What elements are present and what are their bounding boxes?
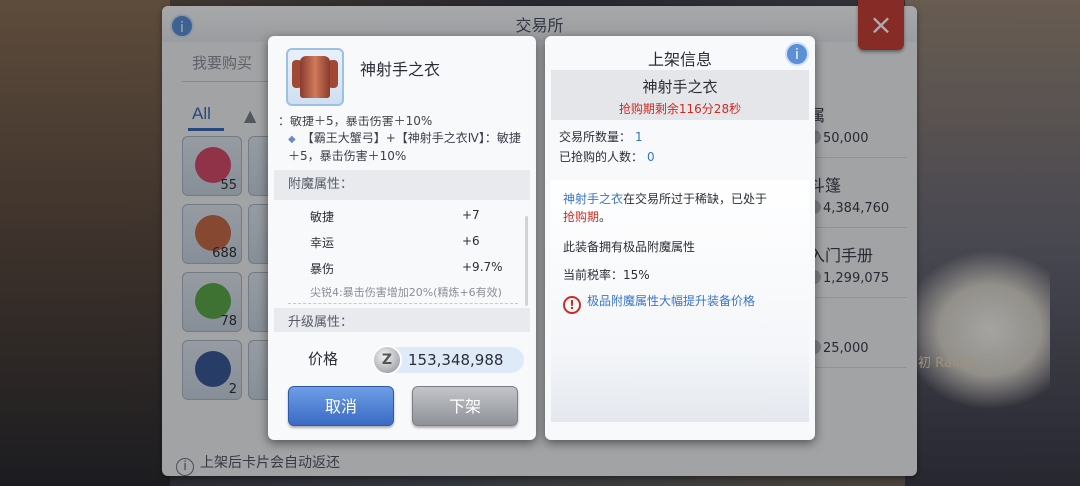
tax-rate: 当前税率：15% — [563, 268, 650, 282]
enchant-value: +9.7% — [462, 260, 503, 274]
enchant-name: 敏捷 — [310, 210, 335, 224]
scarcity-message-box: 神射手之衣在交易所过于稀缺，已处于抢购期。 此装备拥有极品附魔属性 当前税率：1… — [551, 180, 809, 422]
set-bonus-cut-line: ：敏捷＋5，暴击伤害＋10% — [278, 116, 433, 128]
item-detail-panel: 神射手之衣 ：敏捷＋5，暴击伤害＋10% ◆ 【霸王大蟹弓】+【神射手之衣Ⅳ】：敏… — [268, 36, 536, 440]
enchant-name: 幸运 — [310, 236, 335, 250]
divider — [288, 303, 518, 304]
scarcity-message: 神射手之衣在交易所过于稀缺，已处于抢购期。 — [563, 192, 768, 224]
item-summary-band: 神射手之衣 抢购期剩余116分28秒 — [551, 70, 809, 120]
cancel-button[interactable]: 取消 — [288, 386, 394, 426]
exchange-quantity: 交易所数量： 1 — [559, 130, 643, 144]
scrollbar[interactable] — [525, 216, 528, 306]
armor-icon — [300, 56, 330, 98]
price-field: Z 153,348,988 — [372, 345, 524, 375]
enchant-row: 敏捷 +7 — [274, 202, 530, 228]
grab-count: 已抢购的人数： 0 — [559, 150, 655, 164]
enchant-note: 尖锐4:暴击伤害增加20%(精炼+6有效) — [310, 286, 502, 299]
warning-icon: ! — [563, 296, 581, 314]
upgrade-header: 升级属性： — [274, 308, 530, 332]
enchant-value: +7 — [462, 208, 480, 222]
item-name: 神射手之衣 — [642, 78, 718, 96]
diamond-bullet-icon: ◆ — [288, 134, 296, 145]
price-value: 153,348,988 — [408, 351, 504, 369]
enchant-header: 附魔属性： — [274, 170, 530, 200]
panel-title: 上架信息 — [647, 50, 712, 69]
enchant-row: 幸运 +6 — [274, 228, 530, 254]
item-name: 神射手之衣 — [360, 60, 441, 79]
modal-dim-overlay — [0, 0, 1080, 486]
grab-timer: 抢购期剩余116分28秒 — [618, 102, 742, 116]
price-label: 价格 — [308, 350, 339, 368]
zeny-coin-icon: Z — [372, 345, 402, 375]
item-icon-frame — [286, 48, 344, 106]
info-icon[interactable]: i — [785, 42, 809, 66]
enchant-row: 暴伤 +9.7% — [274, 254, 530, 280]
item-attributes-scroll[interactable]: ：敏捷＋5，暴击伤害＋10% ◆ 【霸王大蟹弓】+【神射手之衣Ⅳ】：敏捷＋5，暴击… — [274, 116, 530, 332]
listing-info-panel: 上架信息 i 神射手之衣 抢购期剩余116分28秒 交易所数量： 1 已抢购的人数… — [545, 36, 815, 440]
enchant-name: 暴伤 — [310, 262, 335, 276]
enchant-value: +6 — [462, 234, 480, 248]
enchant-quality-note: 此装备拥有极品附魔属性 — [563, 240, 696, 254]
price-warning: ! 极品附魔属性大幅提升装备价格 — [563, 292, 755, 314]
delist-button[interactable]: 下架 — [412, 386, 518, 426]
set-bonus: ◆ 【霸王大蟹弓】+【神射手之衣Ⅳ】：敏捷＋5，暴击伤害＋10% — [288, 131, 521, 163]
